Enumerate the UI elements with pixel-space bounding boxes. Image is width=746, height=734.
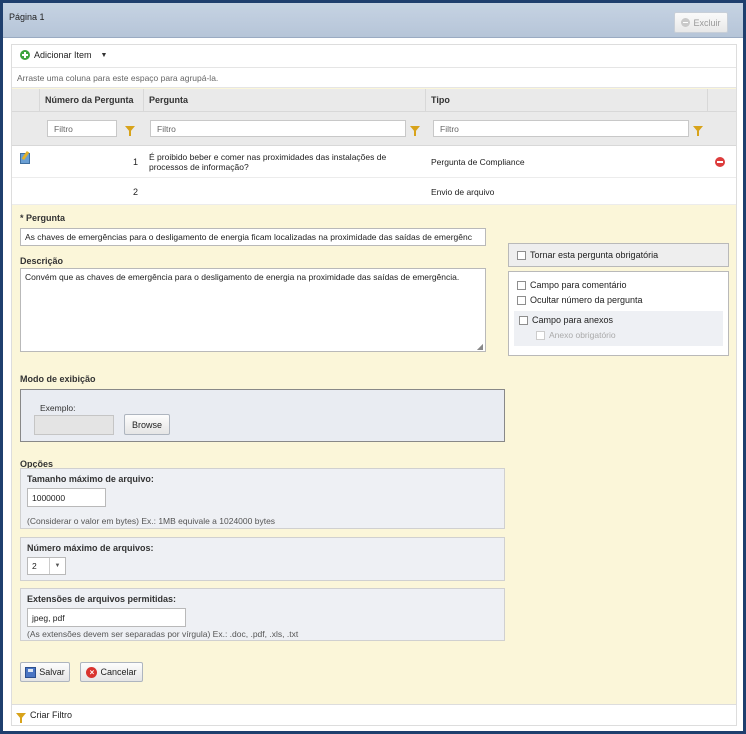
grid-header-row: Número da Pergunta Pergunta Tipo	[12, 89, 736, 112]
row-question: É proibido beber e comer nas proximidade…	[149, 152, 387, 172]
save-button-label: Salvar	[39, 667, 65, 677]
create-filter-link[interactable]: Criar Filtro	[30, 710, 72, 720]
table-row[interactable]: 1 É proibido beber e comer nas proximida…	[12, 146, 736, 178]
delete-button[interactable]: Excluir	[674, 12, 728, 33]
mandatory-label: Tornar esta pergunta obrigatória	[530, 250, 659, 260]
max-files-section: Número máximo de arquivos: 2 ▼	[20, 537, 505, 581]
description-label: Descrição	[20, 256, 64, 266]
mandatory-checkbox-row[interactable]: Tornar esta pergunta obrigatória	[517, 250, 658, 260]
column-header-question[interactable]: Pergunta	[143, 89, 425, 111]
column-header-number[interactable]: Número da Pergunta	[39, 89, 143, 111]
column-header-type[interactable]: Tipo	[425, 89, 707, 111]
page-panel: Página 1 Excluir Adicionar Item ▼ Arrast…	[3, 3, 743, 731]
resize-handle-icon[interactable]: ◢	[477, 342, 483, 351]
add-item-button[interactable]: Adicionar Item ▼	[20, 50, 107, 60]
filter-icon[interactable]	[693, 126, 703, 136]
header-spacer-end	[707, 89, 736, 111]
cancel-icon: ×	[86, 666, 98, 678]
cancel-button-label: Cancelar	[100, 667, 137, 677]
browse-button[interactable]: Browse	[124, 414, 170, 435]
filter-input-number[interactable]: Filtro	[47, 120, 117, 137]
panel-title: Página 1	[9, 12, 45, 22]
question-grid-container: Adicionar Item ▼ Arraste uma coluna para…	[11, 44, 737, 726]
group-drop-area[interactable]: Arraste uma coluna para este espaço para…	[12, 68, 736, 88]
comment-field-checkbox[interactable]	[517, 280, 526, 290]
remove-circle-icon[interactable]	[715, 157, 725, 167]
display-mode-label: Modo de exibição	[20, 374, 96, 384]
floppy-disk-icon	[25, 666, 37, 678]
max-files-value: 2	[32, 561, 37, 571]
filter-input-type[interactable]: Filtro	[433, 120, 689, 137]
attachment-required-label: Anexo obrigatório	[549, 330, 616, 340]
description-textarea[interactable]: Convém que as chaves de emergência para …	[20, 268, 486, 352]
attachments-label: Campo para anexos	[532, 315, 614, 325]
header-spacer	[12, 89, 39, 111]
grid-toolbar: Adicionar Item ▼	[12, 45, 736, 68]
max-size-label: Tamanho máximo de arquivo:	[27, 474, 154, 484]
extensions-section: Extensões de arquivos permitidas: jpeg, …	[20, 588, 505, 641]
question-label: * Pergunta	[20, 213, 66, 223]
save-button[interactable]: Salvar	[20, 662, 70, 682]
mandatory-checkbox[interactable]	[517, 250, 526, 260]
chevron-down-icon[interactable]: ▼	[49, 558, 65, 574]
display-mode-preview: Exemplo: Browse	[20, 389, 505, 442]
max-size-section: Tamanho máximo de arquivo: 1000000 (Cons…	[20, 468, 505, 529]
filter-icon[interactable]	[125, 126, 135, 136]
row-type: Envio de arquivo	[431, 187, 495, 197]
attachment-required-checkbox[interactable]	[536, 330, 545, 340]
max-files-label: Número máximo de arquivos:	[27, 543, 154, 553]
filter-icon[interactable]	[410, 126, 420, 136]
add-item-label: Adicionar Item	[34, 50, 92, 60]
question-input[interactable]: As chaves de emergências para o desligam…	[20, 228, 486, 246]
hide-number-option[interactable]: Ocultar número da pergunta	[517, 295, 643, 305]
example-label: Exemplo:	[40, 403, 76, 413]
comment-field-label: Campo para comentário	[530, 280, 627, 290]
attachments-checkbox[interactable]	[519, 315, 528, 325]
delete-button-label: Excluir	[693, 17, 721, 28]
hide-number-checkbox[interactable]	[517, 295, 526, 305]
file-path-field	[34, 415, 114, 435]
edit-icon[interactable]	[20, 153, 30, 164]
max-files-select[interactable]: 2 ▼	[27, 557, 66, 575]
chevron-down-icon[interactable]: ▼	[101, 52, 108, 59]
row-type: Pergunta de Compliance	[431, 157, 525, 167]
table-row[interactable]: 2 Envio de arquivo	[12, 178, 736, 205]
grid-footer: Criar Filtro	[12, 704, 736, 725]
row-number: 2	[132, 187, 138, 197]
attachment-required-option[interactable]: Anexo obrigatório	[536, 330, 616, 340]
description-text: Convém que as chaves de emergência para …	[25, 272, 460, 282]
comment-field-option[interactable]: Campo para comentário	[517, 280, 627, 290]
extensions-label: Extensões de arquivos permitidas:	[27, 594, 177, 604]
attachments-group: Campo para anexos Anexo obrigatório	[514, 311, 723, 346]
attachments-option[interactable]: Campo para anexos	[519, 315, 613, 325]
mandatory-option[interactable]: Tornar esta pergunta obrigatória	[508, 243, 729, 267]
max-size-input[interactable]: 1000000	[27, 488, 106, 507]
hide-number-label: Ocultar número da pergunta	[530, 295, 643, 305]
minus-circle-icon	[681, 18, 691, 27]
cancel-button[interactable]: × Cancelar	[80, 662, 143, 682]
filter-row: Filtro Filtro Filtro	[12, 112, 736, 146]
filter-icon	[16, 713, 26, 723]
extensions-input[interactable]: jpeg, pdf	[27, 608, 186, 627]
panel-header: Página 1 Excluir	[3, 3, 743, 38]
options-panel: Campo para comentário Ocultar número da …	[508, 271, 729, 356]
extensions-hint: (As extensões devem ser separadas por ví…	[27, 629, 299, 639]
add-circle-icon	[20, 50, 30, 60]
row-number: 1	[132, 157, 138, 167]
max-size-hint: (Considerar o valor em bytes) Ex.: 1MB e…	[27, 516, 276, 526]
filter-input-question[interactable]: Filtro	[150, 120, 406, 137]
